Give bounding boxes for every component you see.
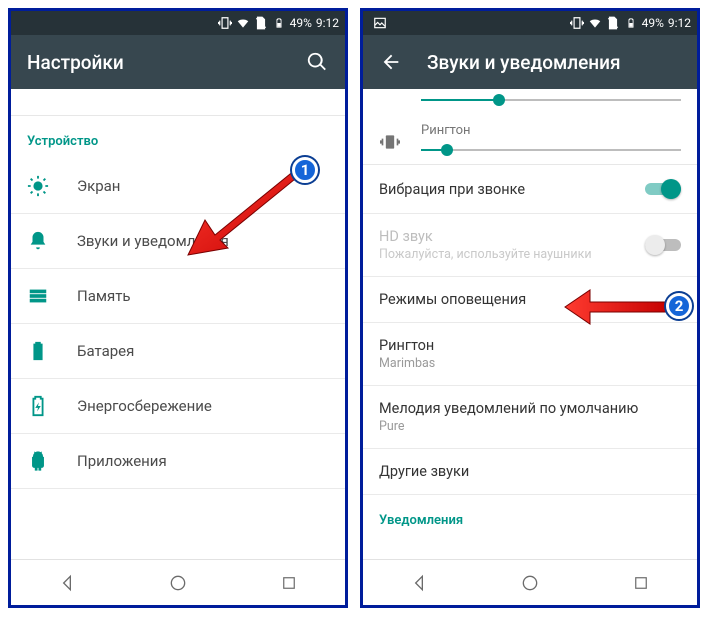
storage-icon [27,285,49,307]
setting-title: Рингтон [379,337,681,354]
setting-alert-modes[interactable]: Режимы оповещения [363,277,697,323]
setting-title: HD звук [379,228,645,245]
app-bar: Звуки и уведомления [363,35,697,89]
nav-recent[interactable] [277,571,301,595]
setting-title: Другие звуки [379,463,681,480]
setting-title: Мелодия уведомлений по умолчанию [379,400,681,417]
setting-default-notification[interactable]: Мелодия уведомлений по умолчанию Pure [363,386,697,449]
setting-ringtone[interactable]: Рингтон Marimbas [363,323,697,386]
bell-icon [27,230,49,252]
nav-bar [11,559,345,605]
nav-home[interactable] [166,571,190,595]
settings-item-power[interactable]: Энергосбережение [11,379,345,434]
setting-subtitle: Пожалуйста, используйте наушники [379,247,645,262]
nav-back[interactable] [407,571,431,595]
back-arrow-icon[interactable] [379,50,403,74]
nav-recent[interactable] [629,571,653,595]
battery-percent: 49% [290,16,312,30]
settings-item-sound[interactable]: Звуки и уведомления [11,214,345,269]
android-icon [27,450,49,472]
wifi-icon [588,16,602,30]
slider-row-media[interactable] [363,89,697,115]
toggle-switch[interactable] [645,179,681,199]
setting-other-sounds[interactable]: Другие звуки [363,449,697,495]
slider-label: Рингтон [421,123,681,138]
sound-settings: Рингтон Вибрация при звонке HD звук Пожа… [363,89,697,559]
annotation-marker-1: 1 [292,157,318,183]
ringtone-volume-slider[interactable] [421,140,681,160]
vibrate-icon [218,16,232,30]
setting-vibrate-on-call[interactable]: Вибрация при звонке [363,165,697,214]
brightness-icon [27,175,49,197]
no-sim-icon [606,16,620,30]
phone-screenshot-right: 49% 9:12 Звуки и уведомления Рингт [360,8,700,608]
settings-item-label: Звуки и уведомления [77,232,229,250]
nav-bar [363,559,697,605]
battery-icon [624,16,638,30]
wifi-icon [236,16,250,30]
section-header-device: Устройство [11,116,345,159]
status-bar: 49% 9:12 [11,11,345,35]
search-icon[interactable] [305,50,329,74]
battery-icon [272,16,286,30]
vibrate-icon [570,16,584,30]
slider-row-ringtone[interactable]: Рингтон [363,115,697,164]
section-header-notifications: Уведомления [363,495,697,538]
vibrate-icon [379,131,401,153]
settings-item-label: Приложения [77,452,167,470]
setting-title: Вибрация при звонке [379,181,645,198]
settings-item-label: Батарея [77,342,134,360]
page-title: Звуки и уведомления [427,51,681,74]
battery-saver-icon [27,395,49,417]
settings-item-label: Экран [77,177,120,195]
settings-item-battery[interactable]: Батарея [11,324,345,379]
settings-item-label: Энергосбережение [77,397,212,415]
battery-icon [27,340,49,362]
volume-slider[interactable] [421,90,681,110]
setting-subtitle: Pure [379,419,681,434]
nav-home[interactable] [518,571,542,595]
clock-time: 9:12 [316,16,339,30]
clock-time: 9:12 [668,16,691,30]
settings-item-storage[interactable]: Память [11,269,345,324]
toggle-switch [645,235,681,255]
app-bar: Настройки [11,35,345,89]
no-sim-icon [254,16,268,30]
settings-item-apps[interactable]: Приложения [11,434,345,489]
settings-list: Устройство Экран Звуки и уведомления Пам… [11,89,345,559]
image-icon [373,16,387,30]
setting-subtitle: Marimbas [379,356,681,371]
setting-title: Режимы оповещения [379,291,681,308]
setting-hd-sound: HD звук Пожалуйста, используйте наушники [363,214,697,277]
battery-percent: 49% [642,16,664,30]
settings-item-label: Память [77,287,131,305]
status-bar: 49% 9:12 [363,11,697,35]
page-title: Настройки [27,51,281,74]
nav-back[interactable] [55,571,79,595]
phone-screenshot-left: 49% 9:12 Настройки Устройство Экран Звук… [8,8,348,608]
annotation-marker-2: 2 [666,293,692,319]
